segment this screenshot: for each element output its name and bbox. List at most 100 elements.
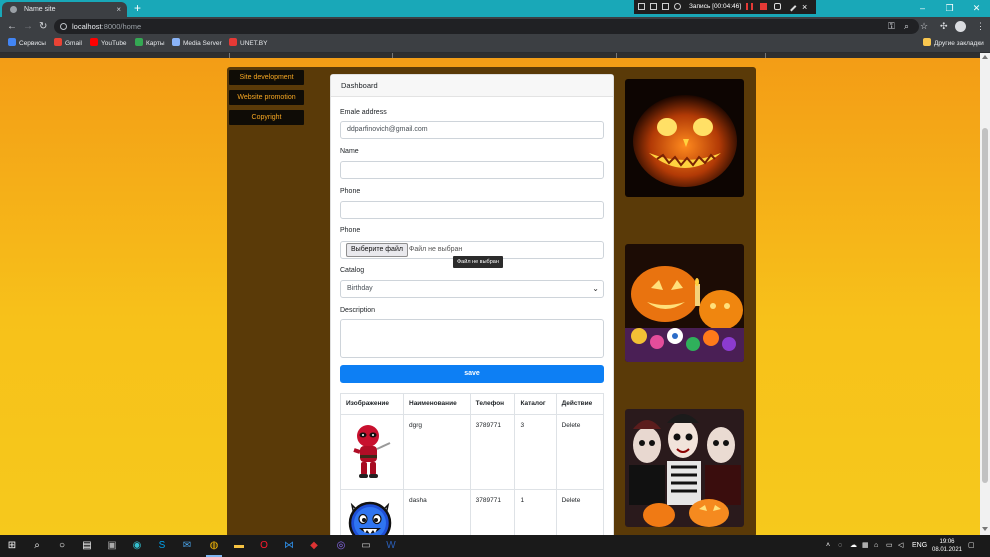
globe-icon (10, 6, 17, 13)
task-view-icon[interactable]: ▤ (79, 538, 95, 554)
sidebar-item-website-promotion[interactable]: Website promotion (229, 90, 304, 105)
star-icon[interactable]: ☆ (920, 20, 928, 33)
mail-icon[interactable]: ✉ (179, 538, 195, 554)
blue-monster-image (348, 501, 392, 535)
menu-dots-icon[interactable]: ⋮ (976, 20, 985, 33)
save-button[interactable]: save (340, 365, 604, 383)
minimize-icon[interactable]: – (909, 0, 936, 17)
product-name: dgrg (403, 414, 471, 490)
description-textarea[interactable] (340, 319, 604, 358)
bookmark-youtube[interactable]: YouTube (90, 36, 127, 51)
browser-tab[interactable]: Name site × (2, 2, 127, 17)
page-scrollbar[interactable] (980, 53, 990, 535)
monitor-icon[interactable]: ▭ (886, 535, 893, 557)
search-icon[interactable]: ⌕ (29, 538, 45, 554)
extensions-icon[interactable]: ✣ (940, 20, 948, 33)
word-icon[interactable]: W (383, 538, 399, 554)
app-red-icon[interactable]: ◆ (306, 538, 322, 554)
window-icon[interactable] (638, 3, 645, 10)
profile-avatar[interactable] (955, 21, 966, 32)
tray-chevron-icon[interactable]: ˄ (826, 535, 830, 557)
product-name: dasha (403, 489, 471, 535)
product-image-cell (340, 489, 404, 535)
url-path: :8000/home (101, 22, 142, 31)
reload-icon[interactable]: ↻ (39, 20, 47, 33)
pause-icon[interactable] (746, 3, 753, 10)
product-phone: 3789771 (469, 489, 516, 535)
camera-icon[interactable] (774, 3, 781, 10)
phone-field[interactable] (340, 201, 604, 219)
app-icon[interactable]: ▣ (104, 538, 120, 554)
chevron-down-icon: ⌄ (592, 284, 599, 293)
forward-icon[interactable]: → (23, 20, 33, 33)
back-icon[interactable]: ← (7, 20, 17, 33)
youtube-icon (90, 38, 98, 46)
pen-icon[interactable] (786, 1, 797, 12)
col-header-name: Наименование (403, 393, 471, 415)
copy-icon[interactable] (650, 3, 657, 10)
viber-icon[interactable]: ◎ (333, 538, 349, 554)
jack-o-lanterns-image (625, 244, 744, 362)
top-band (0, 53, 980, 58)
sidebar-item-copyright[interactable]: Copyright (229, 110, 304, 125)
new-tab-button[interactable]: + (134, 0, 141, 16)
sidebar-item-site-development[interactable]: Site development (229, 70, 304, 85)
tray-app-icon[interactable]: ▦ (862, 535, 869, 557)
delete-link[interactable]: Delete (555, 489, 605, 535)
stop-icon[interactable] (760, 3, 767, 10)
halloween-party-image (625, 409, 744, 527)
phone-label: Phone (340, 188, 361, 195)
scroll-down-icon[interactable] (982, 527, 988, 531)
scrollbar-thumb[interactable] (982, 128, 988, 483)
maps-icon (135, 38, 143, 46)
url-input[interactable]: localhost:8000/home (54, 19, 919, 34)
zoom-icon[interactable]: ⌕ (904, 20, 909, 33)
cortana-icon[interactable]: ○ (54, 538, 70, 554)
windows-start-icon[interactable]: ⊞ (4, 538, 20, 554)
maximize-icon[interactable]: ❐ (936, 0, 963, 17)
recording-timer: Запись [00:04:46] (689, 3, 742, 10)
notifications-icon[interactable]: ▢ (968, 535, 975, 557)
vscode-icon[interactable]: ⋈ (281, 538, 297, 554)
file-explorer-icon[interactable]: ▬ (231, 538, 247, 554)
email-field[interactable]: ddparfinovich@gmail.com (340, 121, 604, 139)
edge-icon[interactable]: ◉ (129, 538, 145, 554)
bookmark-unet[interactable]: UNET.BY (229, 36, 267, 51)
tab-close-icon[interactable]: × (116, 2, 121, 17)
bookmark-media-server[interactable]: Media Server (172, 36, 222, 51)
bookmark-gmail[interactable]: Gmail (54, 36, 82, 51)
refresh-icon[interactable] (674, 3, 681, 10)
info-icon[interactable] (60, 23, 67, 30)
close-icon[interactable]: × (802, 0, 807, 14)
bookmark-maps[interactable]: Карты (135, 36, 165, 51)
media-server-icon (172, 38, 180, 46)
catalog-select[interactable]: Birthday ⌄ (340, 280, 604, 298)
table-row: dasha 3789771 1 Delete (340, 489, 605, 535)
chrome-icon[interactable]: ◍ (206, 538, 222, 554)
main-container: Site development Website promotion Copyr… (227, 67, 756, 535)
windows-taskbar: ⊞ ⌕ ○ ▤ ▣ ◉ S ✉ ◍ ▬ O ⋈ ◆ ◎ ▭ W ˄ ◌ ☁ ▦ … (0, 535, 990, 557)
network-icon[interactable]: ⌂ (874, 535, 878, 557)
col-header-image: Изображение (340, 393, 404, 415)
product-catalog: 1 (514, 489, 557, 535)
delete-link[interactable]: Delete (555, 414, 605, 490)
language-indicator[interactable]: ENG (912, 535, 927, 557)
name-field[interactable] (340, 161, 604, 179)
name-label: Name (340, 148, 359, 155)
scroll-up-icon[interactable] (982, 55, 988, 59)
cloud-icon[interactable]: ☁ (850, 535, 857, 557)
key-icon[interactable]: ⚿ (888, 20, 895, 33)
tab-title: Name site (24, 6, 56, 13)
bookmark-services[interactable]: Сервисы (8, 36, 46, 51)
table-row: dgrg 3789771 3 Delete (340, 414, 605, 490)
terminal-icon[interactable]: ▭ (358, 538, 374, 554)
tray-icon[interactable]: ◌ (838, 535, 842, 557)
close-window-icon[interactable]: ✕ (963, 0, 990, 17)
region-icon[interactable] (662, 3, 669, 10)
clock[interactable]: 19:06 08.01.2021 (930, 538, 964, 554)
skype-icon[interactable]: S (154, 538, 170, 554)
choose-file-button[interactable]: Выберите файл (346, 243, 408, 257)
volume-icon[interactable]: ◁ (898, 535, 903, 557)
bookmark-other[interactable]: Другие закладки (923, 36, 984, 51)
opera-icon[interactable]: O (256, 538, 272, 554)
